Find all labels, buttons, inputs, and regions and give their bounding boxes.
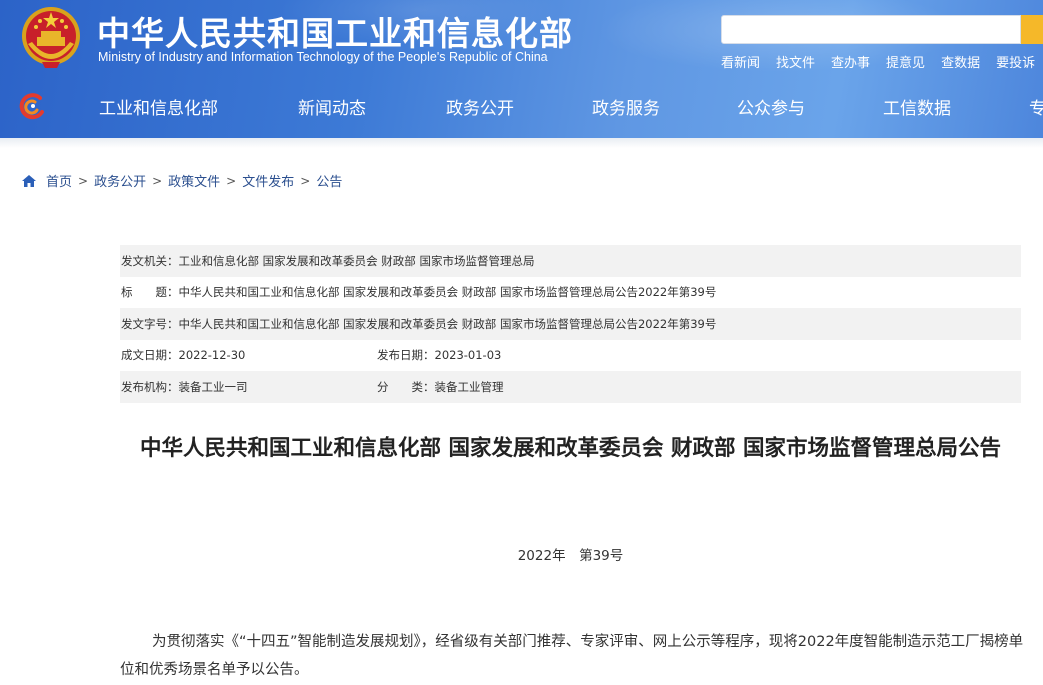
site-subtitle: Ministry of Industry and Information Tec… [98,50,548,64]
issuing-org-value: 工业和信息化部 国家发展和改革委员会 财政部 国家市场监督管理总局 [178,253,535,268]
breadcrumb-separator: > [78,173,89,188]
nav-item-public-participation[interactable]: 公众参与 [737,94,805,119]
search-input[interactable] [721,15,1021,44]
site-title[interactable]: 中华人民共和国工业和信息化部 [97,7,573,55]
publisher-cell: 发布机构： 装备工业一司 [121,379,377,395]
breadcrumb-home[interactable]: 首页 [46,171,72,190]
nav-item-services[interactable]: 政务服务 [592,94,660,119]
nav-item-miit[interactable]: 工业和信息化部 [99,94,218,119]
quick-link-files[interactable]: 找文件 [776,52,815,71]
header-shadow [0,138,1043,148]
main-nav: 工业和信息化部 新闻动态 政务公开 政务服务 公众参与 工信数据 专 [0,85,1043,127]
written-date-cell: 成文日期： 2022-12-30 [121,347,377,363]
site-header: 中华人民共和国工业和信息化部 Ministry of Industry and … [0,0,1043,138]
meta-row-publisher: 发布机构： 装备工业一司 分 类： 装备工业管理 [120,371,1021,403]
quick-link-news[interactable]: 看新闻 [721,52,760,71]
meta-row-doc-no: 发文字号： 中华人民共和国工业和信息化部 国家发展和改革委员会 财政部 国家市场… [120,308,1021,340]
quick-link-services[interactable]: 查办事 [831,52,870,71]
publisher-label: 发布机构： [121,379,179,394]
meta-row-title: 标 题： 中华人民共和国工业和信息化部 国家发展和改革委员会 财政部 国家市场监… [120,277,1021,309]
breadcrumb-file-release[interactable]: 文件发布 [242,171,294,190]
publish-date-label: 发布日期： [377,348,435,363]
document-meta-table: 发文机关： 工业和信息化部 国家发展和改革委员会 财政部 国家市场监督管理总局 … [120,245,1021,403]
meta-row-issuing-org: 发文机关： 工业和信息化部 国家发展和改革委员会 财政部 国家市场监督管理总局 [120,245,1021,277]
article-paragraph: 为贯彻落实《“十四五”智能制造发展规划》，经省级有关部门推荐、专家评审、网上公示… [120,634,1024,678]
quick-links: 看新闻 找文件 查办事 提意见 查数据 要投诉 [721,52,1043,71]
nav-item-news[interactable]: 新闻动态 [298,94,366,119]
nav-item-data[interactable]: 工信数据 [883,94,951,119]
national-emblem-icon[interactable] [20,4,82,70]
quick-link-complaint[interactable]: 要投诉 [996,52,1035,71]
meta-row-dates: 成文日期： 2022-12-30 发布日期： 2023-01-03 [120,340,1021,372]
breadcrumb: 首页 > 政务公开 > 政策文件 > 文件发布 > 公告 [21,171,342,190]
quick-link-data[interactable]: 查数据 [941,52,980,71]
issuing-org-label: 发文机关： [121,253,179,268]
written-date-label: 成文日期： [121,348,179,363]
publish-date-cell: 发布日期： 2023-01-03 [377,347,501,363]
doc-no-label: 发文字号： [121,316,179,331]
nav-item-government-affairs[interactable]: 政务公开 [446,94,514,119]
quick-link-feedback[interactable]: 提意见 [886,52,925,71]
home-icon [22,174,36,187]
breadcrumb-separator: > [226,173,237,188]
title-value: 中华人民共和国工业和信息化部 国家发展和改革委员会 财政部 国家市场监督管理总局… [178,285,717,300]
publish-date-value: 2023-01-03 [434,348,502,363]
category-cell: 分 类： 装备工业管理 [377,379,504,395]
category-value: 装备工业管理 [434,379,504,394]
doc-no-value: 中华人民共和国工业和信息化部 国家发展和改革委员会 财政部 国家市场监督管理总局… [178,316,717,331]
category-label: 分 类： [377,379,435,394]
article-doc-number: 2022年 第39号 [517,548,624,564]
written-date-value: 2022-12-30 [178,348,246,363]
search-button[interactable] [1021,15,1043,44]
breadcrumb-separator: > [300,173,311,188]
article-title: 中华人民共和国工业和信息化部 国家发展和改革委员会 财政部 国家市场监督管理总局… [140,436,1001,461]
nav-item-topic[interactable]: 专 [1029,94,1043,119]
breadcrumb-policy-files[interactable]: 政策文件 [168,171,220,190]
breadcrumb-announcement[interactable]: 公告 [316,171,342,190]
publisher-value: 装备工业一司 [178,379,248,394]
breadcrumb-separator: > [152,173,163,188]
title-label: 标 题： [121,285,179,300]
breadcrumb-government-affairs[interactable]: 政务公开 [94,171,146,190]
